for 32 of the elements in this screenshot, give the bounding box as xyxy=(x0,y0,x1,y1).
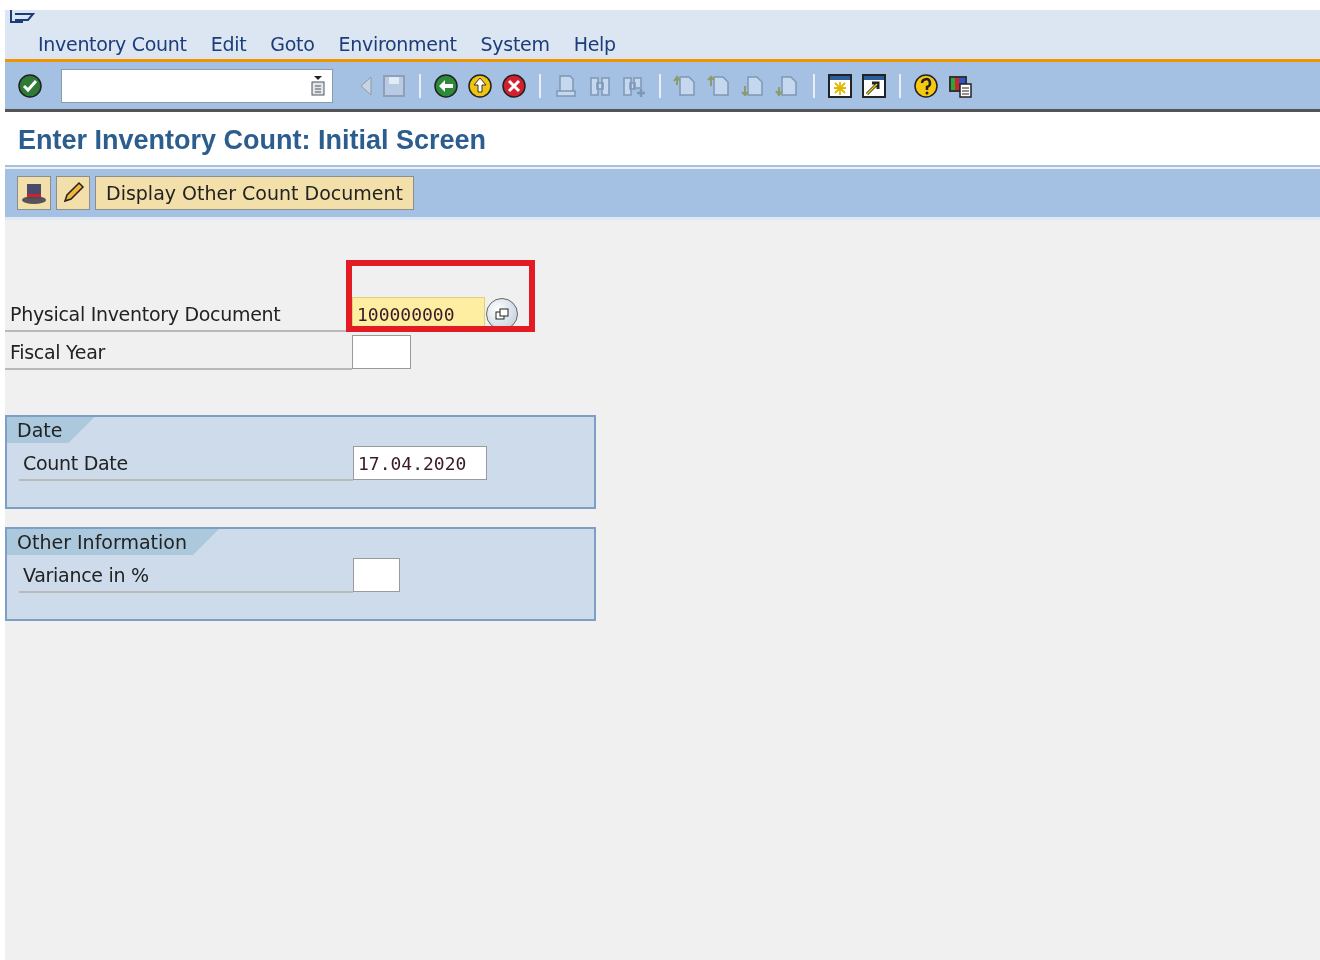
menu-item[interactable]: Edit xyxy=(210,33,247,55)
hat-button[interactable] xyxy=(17,176,51,210)
input-field[interactable] xyxy=(352,335,411,369)
shortcut-icon[interactable] xyxy=(861,72,887,99)
pencil-button[interactable] xyxy=(56,176,90,210)
menu-item[interactable]: Environment xyxy=(338,33,457,55)
help-icon[interactable] xyxy=(913,72,939,99)
back-icon[interactable] xyxy=(433,72,459,99)
input-field[interactable]: 17.04.2020 xyxy=(353,446,487,480)
menu-item[interactable]: Help xyxy=(573,33,616,55)
field-label: Variance in % xyxy=(19,557,353,593)
input-field[interactable] xyxy=(353,558,400,592)
menu-item[interactable]: Goto xyxy=(270,33,315,55)
new-session-icon[interactable] xyxy=(827,72,853,99)
menu-item[interactable]: System xyxy=(480,33,550,55)
menu-item[interactable]: Inventory Count xyxy=(38,33,187,55)
field-label: Fiscal Year xyxy=(5,334,352,370)
value-help-icon xyxy=(495,308,509,320)
pencil-icon xyxy=(61,181,85,205)
display-other-count-document-button[interactable]: Display Other Count Document xyxy=(95,176,414,210)
group-title: Date xyxy=(7,417,95,443)
dropdown-list-icon[interactable] xyxy=(310,75,326,96)
field-label: Count Date xyxy=(19,445,353,481)
group-title: Other Information xyxy=(7,529,219,555)
enter-check-icon[interactable] xyxy=(17,72,43,99)
menu-icon[interactable] xyxy=(9,10,35,24)
top-hat-icon xyxy=(21,181,47,205)
screen-title: Enter Inventory Count: Initial Screen xyxy=(18,124,487,156)
field-label: Physical Inventory Document xyxy=(5,296,352,332)
exit-icon[interactable] xyxy=(467,72,493,99)
command-field[interactable] xyxy=(61,68,333,103)
cancel-icon[interactable] xyxy=(501,72,527,99)
